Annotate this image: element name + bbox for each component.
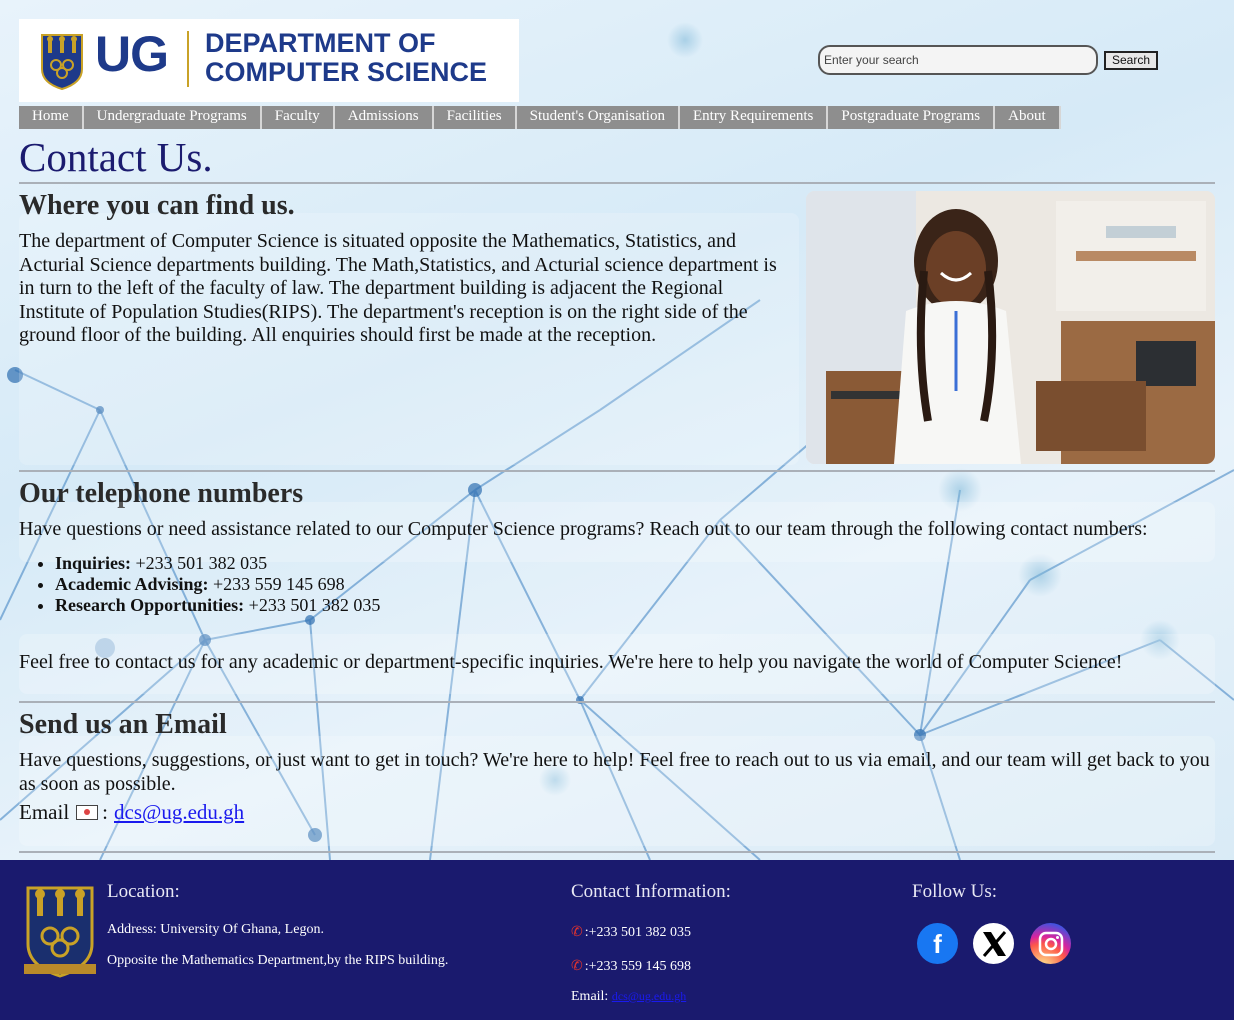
x-twitter-icon[interactable] [973, 923, 1014, 964]
footer-phone-2-text: :+233 559 145 698 [584, 959, 692, 974]
list-item: Inquiries: +233 501 382 035 [55, 553, 380, 574]
email-label: Email [19, 800, 70, 824]
nav-item-undergraduate-programs[interactable]: Undergraduate Programs [83, 106, 262, 129]
logo-line-2: COMPUTER SCIENCE [205, 57, 488, 87]
location-text: The department of Computer Science is si… [19, 230, 777, 346]
woman-on-phone-image [806, 191, 1215, 464]
email-text: Have questions, suggestions, or just wan… [19, 749, 1210, 795]
email-line: Email : dcs@ug.edu.gh [19, 800, 244, 825]
logo-department-text: DEPARTMENT OF COMPUTER SCIENCE [205, 29, 487, 87]
search-form: Search [818, 45, 1159, 75]
instagram-glyph [1038, 931, 1063, 956]
phones-intro-text: Have questions or need assistance relate… [19, 518, 1148, 540]
footer-phone-1: ✆:+233 501 382 035 [571, 924, 691, 941]
footer-email-link[interactable]: dcs@ug.edu.gh [612, 989, 686, 1003]
phone-value: +233 501 382 035 [244, 595, 381, 615]
logo-divider [187, 31, 189, 87]
divider [19, 470, 1215, 472]
divider [19, 701, 1215, 703]
contact-photo [806, 191, 1215, 464]
phone-list: Inquiries: +233 501 382 035 Academic Adv… [55, 553, 380, 616]
search-button[interactable]: Search [1104, 50, 1159, 70]
phone-label: Inquiries: [55, 553, 132, 573]
ug-crest-icon [41, 34, 83, 91]
phone-icon: ✆ [571, 959, 583, 974]
main-nav: Home Undergraduate Programs Faculty Admi… [19, 106, 1061, 129]
footer-email: Email: dcs@ug.edu.gh [571, 989, 686, 1005]
footer-follow-heading: Follow Us: [912, 881, 997, 902]
list-item: Research Opportunities: +233 501 382 035 [55, 595, 380, 616]
phone-label: Academic Advising: [55, 574, 209, 594]
nav-item-entry-requirements[interactable]: Entry Requirements [679, 106, 829, 129]
nav-item-students-organisation[interactable]: Student's Organisation [516, 106, 680, 129]
email-separator: : [102, 800, 108, 824]
ug-crest-icon [24, 886, 96, 978]
footer-phone-1-text: :+233 501 382 035 [584, 925, 692, 940]
nav-item-faculty[interactable]: Faculty [261, 106, 335, 129]
nav-item-facilities[interactable]: Facilities [433, 106, 517, 129]
divider [19, 851, 1215, 853]
nav-item-admissions[interactable]: Admissions [334, 106, 434, 129]
logo-line-1: DEPARTMENT OF [205, 28, 436, 58]
page-title: Contact Us. [19, 134, 213, 180]
phone-value: +233 501 382 035 [131, 553, 268, 573]
facebook-icon[interactable]: f [917, 923, 958, 964]
nav-item-postgraduate-programs[interactable]: Postgraduate Programs [828, 106, 996, 129]
list-item: Academic Advising: +233 559 145 698 [55, 574, 380, 595]
footer-email-label: Email: [571, 989, 609, 1004]
x-logo [982, 930, 1006, 957]
divider [19, 182, 1215, 184]
footer-contact-heading: Contact Information: [571, 881, 731, 902]
logo-ug-text: UG [95, 26, 169, 82]
instagram-icon[interactable] [1030, 923, 1071, 964]
phones-closing-text: Feel free to contact us for any academic… [19, 651, 1123, 673]
nav-item-home[interactable]: Home [19, 106, 84, 129]
nav-item-about[interactable]: About [995, 106, 1061, 129]
phone-icon: ✆ [571, 925, 583, 940]
footer-landmark: Opposite the Mathematics Department,by t… [107, 953, 449, 968]
envelope-icon [76, 805, 99, 820]
search-input[interactable] [818, 45, 1098, 75]
phone-label: Research Opportunities: [55, 595, 245, 615]
location-heading: Where you can find us. [19, 190, 295, 221]
email-link[interactable]: dcs@ug.edu.gh [114, 800, 244, 825]
phone-value: +233 559 145 698 [208, 574, 345, 594]
site-logo[interactable]: UG DEPARTMENT OF COMPUTER SCIENCE [19, 19, 519, 102]
footer-address: Address: University Of Ghana, Legon. [107, 922, 324, 937]
footer-location-heading: Location: [107, 881, 180, 902]
footer-phone-2: ✆:+233 559 145 698 [571, 958, 691, 975]
